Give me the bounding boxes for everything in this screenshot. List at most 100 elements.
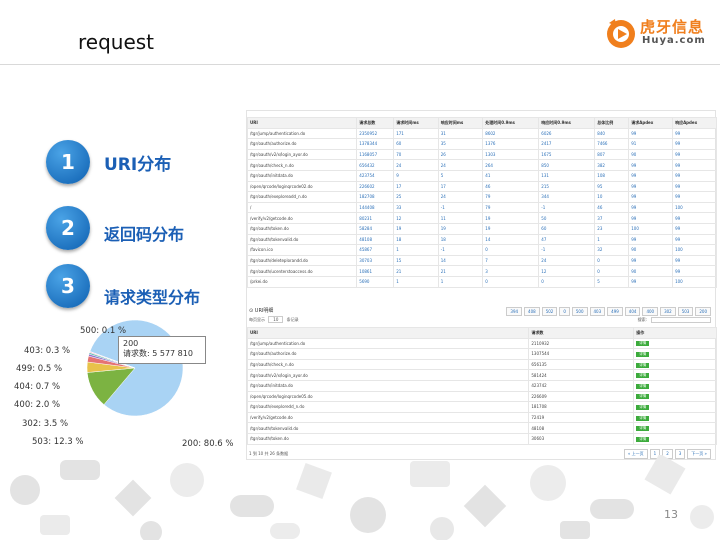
table-cell: 90 [628, 244, 674, 256]
detail-button[interactable]: 详情 [636, 362, 650, 368]
table-cell: 17 [393, 180, 439, 193]
table-cell: 100 [672, 275, 717, 288]
column-header[interactable]: 响应时间0.9ms [538, 117, 596, 129]
table-cell: 6026 [538, 127, 596, 140]
agenda-item-2: 2 返回码分布 [46, 206, 246, 250]
table-cell: 0 [538, 275, 596, 288]
pager-button[interactable]: 408 [524, 307, 540, 316]
table-cell: /tgr/jump/authentication.do [246, 127, 358, 140]
per-page-control[interactable]: 每页显示 10 条记录 [249, 316, 299, 323]
pager-button[interactable]: 302 [660, 307, 676, 316]
table-cell: /tgr/oauth/authorize.do [246, 348, 530, 360]
table-cell: 46 [482, 180, 540, 193]
uri-summary-table-wrap: URI 请求总数 请求时间ms 响应时间ms 处理时间0.9ms 响应时间0.9ms 总体比… [246, 117, 717, 288]
table-cell: 99 [672, 222, 717, 235]
table-cell: 14 [482, 233, 540, 246]
detail-button[interactable]: 详情 [636, 404, 650, 410]
detail-button[interactable]: 详情 [636, 436, 650, 442]
detail-button[interactable]: 详情 [636, 426, 650, 432]
table-cell: 99 [628, 233, 674, 246]
pager-button[interactable]: 0 [559, 307, 570, 316]
table-cell: /tgr/oauth/v2/x/login_ayor.do [246, 148, 358, 161]
logo-cn-text: 虎牙信息 [640, 18, 705, 36]
action-cell: 详情 [633, 337, 717, 350]
pager-button[interactable]: 394 [506, 307, 523, 316]
table-cell: 19 [437, 222, 484, 235]
table-row: /tgr/oauth/deleteplorandd.do 30703 15 14 7 24… [246, 254, 717, 267]
detail-button[interactable]: 详情 [636, 415, 650, 421]
table-cell: /verify/v2/getcode.do [246, 212, 358, 224]
per-page-select[interactable]: 10 [268, 316, 284, 323]
table-cell: 32 [594, 244, 630, 256]
table-cell: 95 [594, 180, 630, 193]
table-cell: 21 [437, 265, 484, 277]
detail-button[interactable]: 详情 [636, 394, 650, 400]
table-cell: 5690 [356, 275, 395, 288]
table-cell: 21 [393, 265, 439, 277]
column-header[interactable]: 请求数 [528, 327, 635, 339]
table-cell: 1378344 [356, 138, 395, 150]
agenda-item-1: 1 URI分布 [46, 140, 246, 184]
table-cell: 99 [672, 138, 717, 150]
pager-button[interactable]: 403 [589, 307, 606, 316]
table-cell: 31 [437, 127, 484, 140]
column-header[interactable]: 响应Apdex [672, 117, 717, 129]
detail-button[interactable]: 详情 [636, 373, 650, 379]
table-cell: 47 [538, 233, 596, 246]
slide-title: request [78, 30, 155, 54]
column-header[interactable]: 操作 [633, 327, 717, 339]
table-cell: 656135 [528, 358, 635, 371]
table-cell: 1 [437, 275, 484, 288]
table-cell: 226602 [356, 180, 395, 193]
table-cell: /tgr/oauth/check_n.do [246, 358, 530, 371]
table-cell: 58284 [356, 222, 395, 235]
table-cell: 100 [672, 201, 717, 214]
table-cell: / [246, 201, 358, 214]
table-cell: /tgr/oauth/check_n.do [246, 159, 358, 171]
table-cell: 3 [482, 265, 540, 277]
action-cell: 详情 [633, 358, 717, 371]
table-row: /tgr/oauth/v2/x/login_ayor.do 581424 详情 [246, 369, 717, 381]
pager-button[interactable]: 503 [677, 307, 694, 316]
column-header[interactable]: 请求时间ms [393, 117, 439, 129]
table-cell: 581424 [528, 369, 635, 381]
table-cell: /tgr/oauth/exeploredd_n.do [246, 401, 530, 413]
pie-tooltip: 200 请求数: 5 577 810 [118, 336, 206, 364]
agenda-label: URI分布 [104, 155, 172, 175]
search-input[interactable] [651, 317, 711, 323]
action-cell: 详情 [633, 411, 717, 424]
column-header[interactable]: URI [246, 327, 530, 339]
table-cell: 99 [628, 180, 674, 193]
table-cell: 11 [437, 212, 484, 224]
table-cell: 99 [672, 159, 717, 171]
action-cell: 详情 [633, 369, 717, 381]
pager-button[interactable]: 400 [642, 307, 659, 316]
detail-button[interactable]: 详情 [636, 341, 650, 347]
table-cell: 10861 [356, 265, 395, 277]
column-header[interactable]: 总体比例 [594, 117, 630, 129]
pager-button[interactable]: 200 [695, 307, 711, 316]
table-cell: 46 [594, 201, 630, 214]
table-cell: 24 [437, 191, 484, 203]
column-header[interactable]: URI [246, 117, 358, 129]
pager-button[interactable]: 499 [607, 307, 623, 316]
table-cell: 41 [482, 169, 540, 182]
table-cell: 91 [628, 138, 674, 150]
pager-button[interactable]: 502 [541, 307, 558, 316]
detail-button[interactable]: 详情 [636, 383, 650, 389]
table-cell: 99 [628, 254, 674, 267]
table-cell: 7 [482, 254, 540, 267]
per-page-label: 每页显示 [249, 317, 265, 322]
table-cell: 19 [482, 222, 540, 235]
table-cell: 100 [672, 244, 717, 256]
column-header[interactable]: 响应时间ms [437, 117, 484, 129]
pager-button[interactable]: 500 [571, 307, 588, 316]
table-row: /tgr/oauth/token.do 58284 19 19 19 60 23 100 99 [246, 222, 717, 235]
detail-button[interactable]: 详情 [636, 351, 650, 357]
table-row: /favicon.ico 45867 1 -1 0 -1 32 90 100 [246, 244, 717, 256]
table-cell: 99 [672, 127, 717, 140]
column-header[interactable]: 请求总数 [356, 117, 395, 129]
pager-button[interactable]: 404 [624, 307, 641, 316]
column-header[interactable]: 请求Apdex [628, 117, 674, 129]
column-header[interactable]: 处理时间0.9ms [482, 117, 540, 129]
